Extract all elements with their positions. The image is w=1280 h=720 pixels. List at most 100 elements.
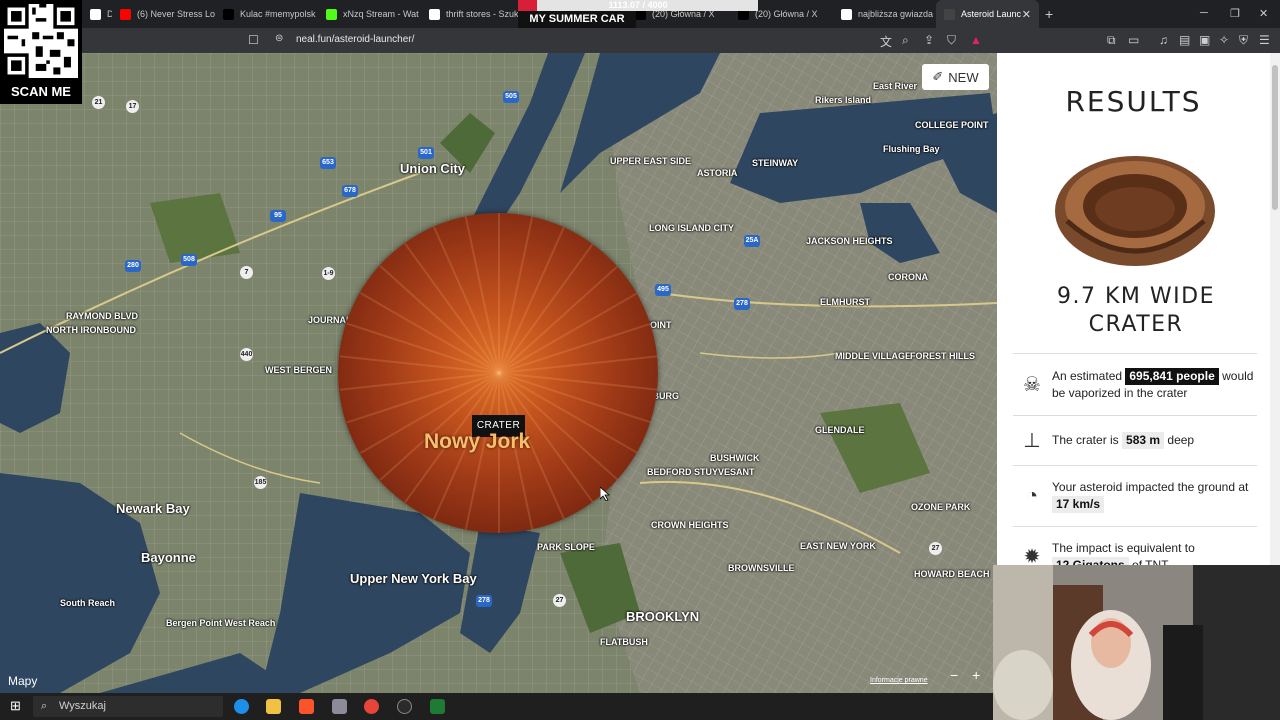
map-label: UPPER EAST SIDE bbox=[610, 156, 692, 166]
depth-icon: ⊥ bbox=[1023, 430, 1041, 452]
map-label: WEST BERGEN bbox=[265, 365, 333, 375]
map-label: ASTORIA bbox=[697, 168, 738, 178]
zoom-in-button[interactable]: + bbox=[972, 667, 980, 683]
route-shield-icon: 278 bbox=[734, 298, 750, 310]
result-stat: ⊥ The crater is 583 m deep bbox=[1013, 415, 1257, 465]
reading-list-icon[interactable]: ▣ bbox=[1199, 33, 1210, 47]
tab-title: (20) Główna / X bbox=[755, 9, 818, 19]
stat-value: 583 m bbox=[1122, 432, 1165, 449]
qr-code-icon bbox=[4, 4, 78, 78]
taskbar-search[interactable]: ⌕ Wyszukaj bbox=[33, 696, 223, 717]
tab-title: Asteroid Launc bbox=[961, 9, 1022, 19]
result-stat: ☠ An estimated 695,841 people would be va… bbox=[1013, 353, 1257, 415]
extensions-icon[interactable]: ⧉ bbox=[1107, 33, 1116, 48]
chrome-icon[interactable] bbox=[364, 699, 379, 714]
stat-value: 17 km/s bbox=[1052, 496, 1105, 513]
route-shield-icon: 27 bbox=[553, 594, 566, 607]
legal-link[interactable]: Informacje prawne bbox=[870, 677, 928, 684]
file-explorer-icon[interactable] bbox=[266, 699, 281, 714]
route-shield-icon: 185 bbox=[254, 476, 267, 489]
music-icon[interactable]: ♫ bbox=[1159, 33, 1168, 47]
map-label: Rikers Island bbox=[815, 95, 872, 105]
new-tab-button[interactable]: + bbox=[1045, 6, 1053, 22]
browser-tab[interactable]: thrift stores - Szuka bbox=[421, 0, 524, 28]
maximize-icon[interactable]: ❐ bbox=[1230, 7, 1240, 20]
city-label: Nowy Jork bbox=[424, 430, 531, 453]
search-icon: ⌕ bbox=[41, 700, 48, 712]
route-shield-icon: 95 bbox=[270, 210, 286, 222]
map-label: JACKSON HEIGHTS bbox=[806, 236, 893, 246]
edge-icon[interactable] bbox=[234, 699, 249, 714]
map-label: South Reach bbox=[60, 598, 116, 608]
address-bar: ☐ ⊜ neal.fun/asteroid-launcher/ 文 ⌕ ⇪ ⛉ … bbox=[0, 28, 1280, 53]
browser-tab[interactable]: Kulac #memypolsk bbox=[215, 0, 318, 28]
close-tab-icon[interactable]: ✕ bbox=[1022, 8, 1031, 21]
windows-start-icon[interactable]: ⊞ bbox=[10, 698, 21, 714]
route-shield-icon: 653 bbox=[320, 157, 336, 169]
sidebar-icon[interactable]: ▤ bbox=[1179, 33, 1190, 47]
minimize-icon[interactable]: ─ bbox=[1200, 7, 1208, 19]
tab-favicon-icon bbox=[223, 8, 234, 20]
share-icon[interactable]: ⇪ bbox=[924, 33, 934, 47]
browser-tab[interactable]: najbliższa gwiazda bbox=[833, 0, 936, 28]
map-label: MIDDLE VILLAGE bbox=[835, 351, 911, 361]
map-label: HOWARD BEACH bbox=[914, 569, 990, 579]
stream-overlay: 1113.07 / 4000 MY SUMMER CAR (PINK) bbox=[518, 0, 758, 42]
impact-map[interactable]: Union City UPPER EAST SIDE ASTORIA STEINWAY… bbox=[0, 53, 997, 693]
kick-icon[interactable] bbox=[430, 699, 445, 714]
zoom-out-button[interactable]: − bbox=[950, 667, 958, 683]
new-launch-button[interactable]: ✐ NEW bbox=[922, 64, 989, 90]
brave-icon[interactable] bbox=[299, 699, 314, 714]
close-window-icon[interactable]: ✕ bbox=[1259, 7, 1268, 20]
result-stat-text: The crater is 583 m deep bbox=[1051, 432, 1194, 449]
map-label: BUSHWICK bbox=[710, 453, 760, 463]
browser-tab[interactable]: (6) Never Stress Low bbox=[112, 0, 215, 28]
route-shield-icon: 495 bbox=[655, 284, 671, 296]
zoom-icon[interactable]: ⌕ bbox=[902, 33, 909, 48]
wallet-icon[interactable]: ▭ bbox=[1128, 33, 1139, 47]
map-label: East River bbox=[873, 81, 918, 91]
result-stat-text: Your asteroid impacted the ground at 17 … bbox=[1051, 479, 1257, 513]
webcam-feed bbox=[993, 565, 1280, 720]
route-shield-icon: 21 bbox=[92, 96, 105, 109]
browser-tab[interactable]: Di bbox=[82, 0, 112, 28]
map-label: STEINWAY bbox=[752, 158, 799, 168]
map-label: Flushing Bay bbox=[883, 144, 940, 154]
tab-favicon-icon bbox=[120, 8, 131, 20]
stat-value: 695,841 people bbox=[1125, 367, 1219, 385]
route-shield-icon: 280 bbox=[125, 260, 141, 272]
map-label: CORONA bbox=[888, 272, 928, 282]
menu-icon[interactable]: ☰ bbox=[1259, 33, 1270, 47]
translate-icon[interactable]: 文 bbox=[880, 33, 892, 50]
leo-ai-icon[interactable]: ✧ bbox=[1219, 33, 1229, 47]
new-launch-label: NEW bbox=[948, 69, 979, 85]
taskbar: ⊞ ⌕ Wyszukaj bbox=[0, 693, 993, 720]
map-label: RAYMOND BLVD bbox=[66, 311, 139, 321]
maps-logo: Mapy bbox=[8, 674, 37, 688]
bookmark-icon[interactable]: ☐ bbox=[248, 33, 259, 47]
obs-icon[interactable] bbox=[397, 699, 412, 714]
map-label: NORTH IRONBOUND bbox=[46, 325, 136, 335]
brave-shields-icon[interactable]: ⛉ bbox=[947, 33, 956, 48]
stat-prefix: An estimated bbox=[1052, 368, 1126, 383]
stat-prefix: The crater is bbox=[1052, 433, 1123, 447]
stat-prefix: The impact is equivalent to bbox=[1052, 540, 1195, 555]
now-playing-song: MY SUMMER CAR (PINK) bbox=[518, 11, 636, 42]
tab-title: najbliższa gwiazda bbox=[858, 9, 934, 19]
url-field[interactable]: neal.fun/asteroid-launcher/ bbox=[296, 34, 414, 45]
browser-tab[interactable]: xNzq Stream - Wat bbox=[318, 0, 421, 28]
map-label: EAST NEW YORK bbox=[800, 541, 876, 551]
goal-counter: 1113.07 / 4000 bbox=[608, 0, 668, 10]
app-icon[interactable] bbox=[332, 699, 347, 714]
vpn-icon[interactable]: ⛨ bbox=[1239, 33, 1248, 48]
brave-rewards-icon[interactable]: ▲ bbox=[970, 33, 982, 47]
map-label: FLATBUSH bbox=[600, 637, 648, 647]
tab-favicon-icon bbox=[944, 8, 955, 20]
crater-circle bbox=[338, 213, 658, 533]
map-label: Bergen Point West Reach bbox=[166, 618, 276, 628]
results-title: RESULTS bbox=[1065, 85, 1202, 118]
site-info-icon[interactable]: ⊜ bbox=[275, 33, 283, 44]
browser-tab[interactable]: Asteroid Launc ✕ bbox=[936, 0, 1039, 28]
route-shield-icon: 505 bbox=[503, 91, 519, 103]
scan-me-label: SCAN ME bbox=[11, 84, 71, 99]
